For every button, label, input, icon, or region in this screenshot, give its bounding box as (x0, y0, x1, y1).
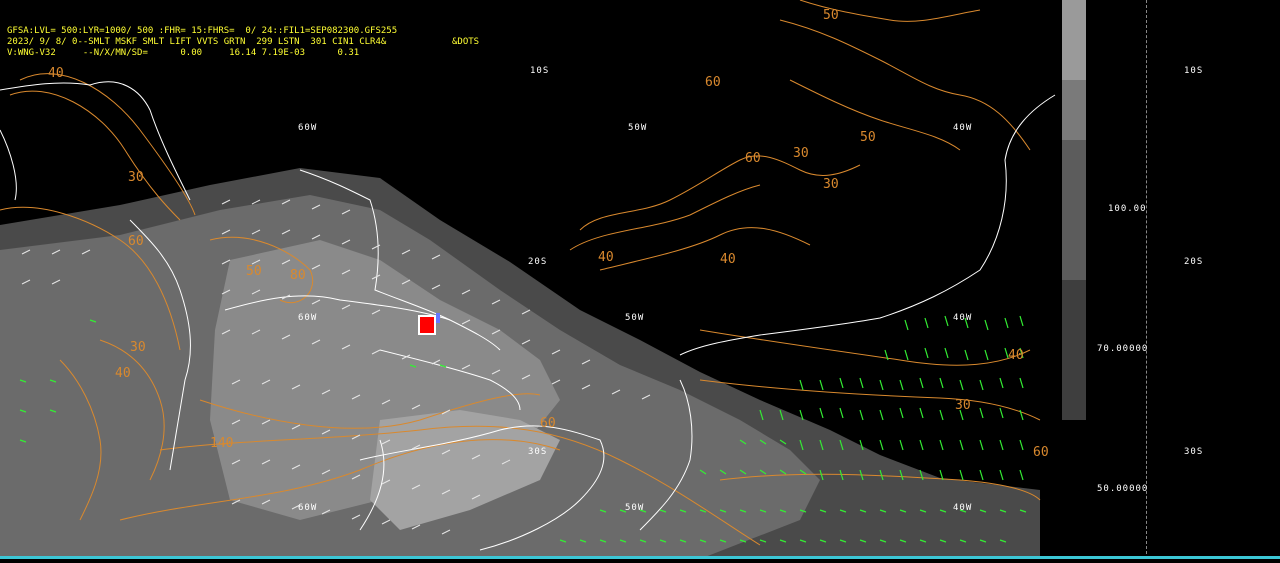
contour-label: 140 (210, 436, 234, 451)
scale-bar-upper (1062, 80, 1086, 140)
map-label-50w-mid: 50W (625, 313, 645, 323)
contour-label: 60 (745, 151, 761, 166)
contour-label: 40 (1008, 348, 1024, 363)
contour-label: 30 (823, 177, 839, 192)
map-canvas (0, 0, 1143, 559)
map-label-40w-mid: 40W (953, 313, 973, 323)
scale-bar-low (1062, 280, 1086, 420)
contour-label: 60 (1033, 445, 1049, 460)
side-label-30s: 30S (1184, 447, 1204, 457)
map-label-50w-bottom: 50W (625, 503, 645, 513)
map-label-60w-bottom: 60W (298, 503, 318, 513)
side-panel (1060, 0, 1280, 559)
contour-label: 60 (705, 75, 721, 90)
scale-value-70: 70.00000 (1097, 344, 1149, 354)
header-line-1: GFSA:LVL= 500:LYR=1000/ 500 :FHR= 15:FHR… (7, 26, 398, 36)
station-marker-edge (436, 313, 440, 323)
contour-label: 40 (115, 366, 131, 381)
map-label-10s: 10S (530, 66, 550, 76)
map-label-30s: 30S (528, 447, 548, 457)
contour-label: 50 (246, 264, 262, 279)
contour-label: 40 (48, 66, 64, 81)
map-label-40w-bottom: 40W (953, 503, 973, 513)
contour-label: 50 (823, 8, 839, 23)
map-label-60w-top: 60W (298, 123, 318, 133)
map-label-50w-top: 50W (628, 123, 648, 133)
contour-label: 40 (598, 250, 614, 265)
scale-value-100: 100.00 (1108, 204, 1147, 214)
side-label-10s: 10S (1184, 66, 1204, 76)
header-line-2: 2023/ 9/ 8/ 0--SMLT MSKF SMLT LIFT VVTS … (7, 37, 387, 47)
contour-label: 60 (540, 416, 556, 431)
map-label-20s: 20S (528, 257, 548, 267)
header-line-3: V:WNG-V32 --N/X/MN/SD= 0.00 16.14 7.19E-… (7, 48, 360, 58)
side-divider (1146, 0, 1147, 559)
station-marker[interactable] (418, 315, 436, 335)
map-panel[interactable]: GFSA:LVL= 500:LYR=1000/ 500 :FHR= 15:FHR… (0, 0, 1143, 559)
map-label-40w-top: 40W (953, 123, 973, 133)
map-label-60w-mid: 60W (298, 313, 318, 323)
scale-bar-mid (1062, 140, 1086, 280)
contour-label: 30 (130, 340, 146, 355)
scale-value-50: 50.00000 (1097, 484, 1149, 494)
contour-label: 40 (720, 252, 736, 267)
contour-label: 60 (128, 234, 144, 249)
contour-label: 80 (290, 268, 306, 283)
contour-label: 50 (860, 130, 876, 145)
contour-label: 30 (128, 170, 144, 185)
contour-label: 30 (955, 398, 971, 413)
header-line-2-tag: &DOTS (452, 37, 480, 47)
contour-label: 30 (793, 146, 809, 161)
scale-bar-top (1062, 0, 1086, 80)
side-label-20s: 20S (1184, 257, 1204, 267)
